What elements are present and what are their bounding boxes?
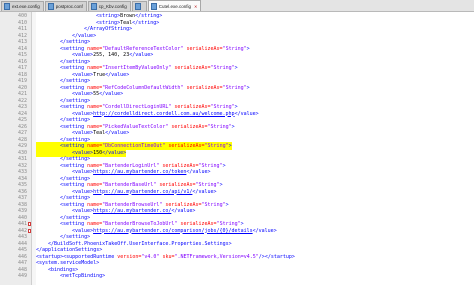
file-icon <box>47 3 54 10</box>
tab-label: cp_Kbv.config <box>98 4 127 9</box>
code-text: <netTcpBinding> <box>36 272 105 280</box>
file-icon <box>4 3 10 10</box>
file-icon <box>134 3 141 10</box>
tab-label: postproc.conf <box>55 4 83 9</box>
tab-label: Cutel.exe.config <box>158 3 192 9</box>
tab-4[interactable]: Cutel.exe.config ✕ <box>147 0 202 11</box>
tab-0[interactable]: ext.exe.config <box>1 1 44 11</box>
code-line[interactable]: 449 <netTcpBinding> <box>0 272 474 280</box>
tab-2[interactable]: cp_Kbv.config <box>87 1 131 11</box>
change-marker-icon <box>28 222 31 226</box>
line-number: 449 <box>17 273 27 279</box>
change-marker-icon <box>28 228 31 233</box>
file-icon <box>150 2 157 10</box>
tab-3[interactable] <box>131 1 147 11</box>
token: <netTcpBinding> <box>60 273 106 279</box>
tab-label: ext.exe.config <box>12 4 40 9</box>
code-editor[interactable]: 400 <string>Brown</string> 410 <string>Teal… <box>0 12 474 285</box>
tab-1[interactable]: postproc.conf <box>44 1 87 11</box>
close-tab-icon[interactable]: ✕ <box>194 2 197 11</box>
tab-bar: ext.exe.config postproc.conf cp_Kbv.config… <box>0 0 474 12</box>
file-icon <box>90 3 97 10</box>
